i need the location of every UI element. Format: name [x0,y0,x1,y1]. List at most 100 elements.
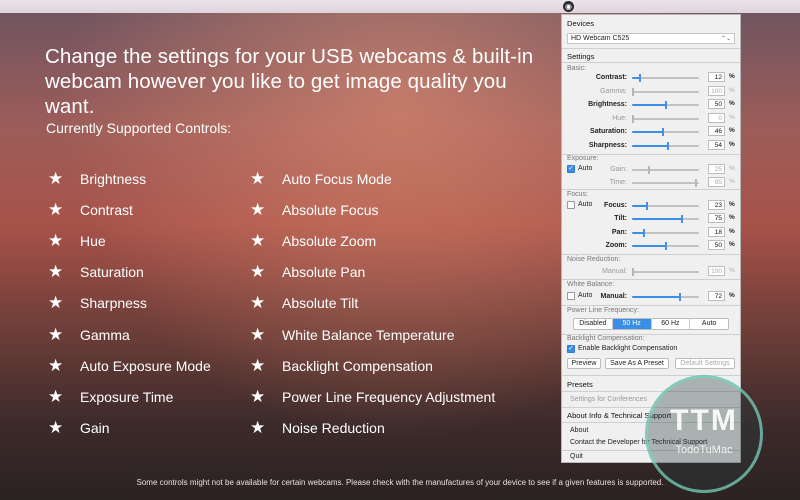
exposure-time-slider [632,179,699,187]
star-icon: ★ [48,293,64,313]
tilt-value-field[interactable]: 75 [708,213,725,223]
exposure-time-value-field: 95 [708,177,725,187]
list-item: ★ Sharpness [48,293,147,313]
list-item: ★ Hue [48,230,106,250]
saturation-row: Saturation: 46 % [590,126,735,136]
star-icon: ★ [250,230,266,250]
focus-value-field[interactable]: 23 [708,200,725,210]
contrast-slider[interactable] [632,74,699,82]
zoom-slider[interactable] [632,242,699,250]
power-line-frequency-label: Power Line Frequency: [567,307,639,314]
star-icon: ★ [48,168,64,188]
star-icon: ★ [250,324,266,344]
devices-title: Devices [567,19,595,28]
plf-option-disabled[interactable]: Disabled [574,319,613,329]
white-balance-value-field[interactable]: 72 [708,291,725,301]
divider [562,189,740,190]
hue-slider [632,115,699,123]
hue-value-field: 0 [708,113,725,123]
star-icon: ★ [250,386,266,406]
zoom-row: Zoom: 50 % [605,240,735,250]
white-balance-group-label: White Balance: [567,281,615,288]
basic-group-label: Basic: [567,65,587,72]
divider [562,279,740,280]
brightness-value-field[interactable]: 50 [708,99,725,109]
controls-list-right: ★ Auto Focus Mode ★ Absolute Focus ★ Absolu… [250,163,495,444]
focus-group-label: Focus: [567,191,589,198]
star-icon: ★ [48,230,64,250]
divider [562,48,740,49]
pan-value-field[interactable]: 18 [708,227,725,237]
noise-reduction-slider [632,268,699,276]
controls-list-left: ★ Brightness ★ Contrast ★ Hue ★ Saturation ★… [48,163,211,444]
list-item: ★ Power Line Frequency Adjustment [250,386,496,406]
sharpness-slider[interactable] [632,142,699,150]
gamma-value-field: 100 [708,86,725,96]
sharpness-row: Sharpness: 54 % [588,140,735,150]
list-item: ★ Gamma [48,324,130,344]
exposure-group-label: Exposure: [567,155,599,162]
star-icon: ★ [250,293,266,313]
contrast-value-field[interactable]: 12 [708,72,725,82]
gamma-slider [632,88,699,96]
menu-bar: ◉ [0,0,800,13]
noise-reduction-group-label: Noise Reduction: [567,256,621,263]
star-icon: ★ [48,262,64,282]
list-item: ★ Saturation [48,262,144,282]
power-line-frequency-control: Disabled 50 Hz 60 Hz Auto [573,318,729,330]
gain-slider [632,166,699,174]
star-icon: ★ [250,262,266,282]
list-item: ★ White Balance Temperature [250,324,455,344]
saturation-value-field[interactable]: 46 [708,126,725,136]
list-item: ★ Exposure Time [48,386,174,406]
star-icon: ★ [48,418,64,438]
backlight-compensation-checkbox[interactable]: ✓ [567,345,575,353]
watermark-logo: TTM TodoTuMac [645,375,763,493]
focus-row: Focus: 23 % [604,200,735,210]
chevron-updown-icon: ⌃⌄ [720,36,731,42]
saturation-slider[interactable] [632,128,699,136]
list-item: ★ Absolute Focus [250,199,379,219]
noise-reduction-value-field: 100 [708,266,725,276]
quit-menu-item[interactable]: Quit [570,453,583,460]
exposure-time-row: Time: 95 % [609,177,735,187]
list-item: ★ Gain [48,418,110,438]
noise-manual-row: Manual: 100 % [602,266,735,276]
divider [562,62,740,63]
backlight-compensation-checkbox-label: Enable Backlight Compensation [578,345,678,352]
preview-button[interactable]: Preview [567,358,601,369]
focus-slider[interactable] [632,202,699,210]
list-item: ★ Absolute Pan [250,262,366,282]
webcam-settings-menubar-icon[interactable]: ◉ [563,1,574,12]
tilt-slider[interactable] [632,215,699,223]
contrast-row: Contrast: 12 % [595,72,735,82]
list-item: ★ Contrast [48,199,133,219]
preset-item[interactable]: Settings for Conferences [570,396,647,403]
zoom-value-field[interactable]: 50 [708,240,725,250]
sharpness-value-field[interactable]: 54 [708,140,725,150]
supported-controls-heading: Currently Supported Controls: [46,120,232,136]
backlight-compensation-label: Backlight Compensation: [567,335,645,342]
about-menu-item[interactable]: About [570,427,588,434]
save-as-preset-button[interactable]: Save As A Preset [605,358,669,369]
brightness-slider[interactable] [632,101,699,109]
divider [562,254,740,255]
star-icon: ★ [48,199,64,219]
white-balance-slider[interactable] [632,293,699,301]
star-icon: ★ [48,386,64,406]
plf-option-50hz[interactable]: 50 Hz [612,319,652,329]
plf-option-60hz[interactable]: 60 Hz [652,319,691,329]
gain-value-field: 25 [708,164,725,174]
star-icon: ★ [250,199,266,219]
presets-title: Presets [567,380,593,389]
plf-option-auto[interactable]: Auto [690,319,728,329]
pan-slider[interactable] [632,229,699,237]
default-settings-button[interactable]: Default Settings [675,358,735,369]
tilt-row: Tilt: 75 % [614,213,735,223]
star-icon: ★ [250,418,266,438]
pan-row: Pan: 18 % [611,227,735,237]
device-select[interactable]: HD Webcam C525 ⌃⌄ [567,33,735,44]
list-item: ★ Auto Exposure Mode [48,355,211,375]
list-item: ★ Noise Reduction [250,418,385,438]
gamma-row: Gamma: 100 % [600,86,735,96]
